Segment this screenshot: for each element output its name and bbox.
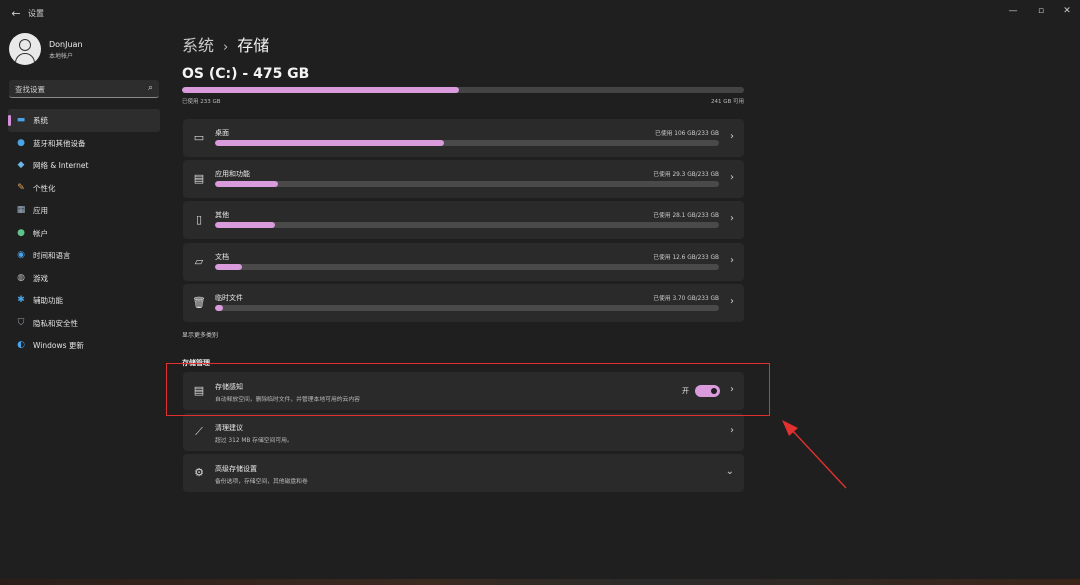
annotation-arrow-line	[789, 427, 847, 489]
taskbar-edge	[0, 579, 1080, 585]
annotation-arrow	[782, 420, 847, 489]
